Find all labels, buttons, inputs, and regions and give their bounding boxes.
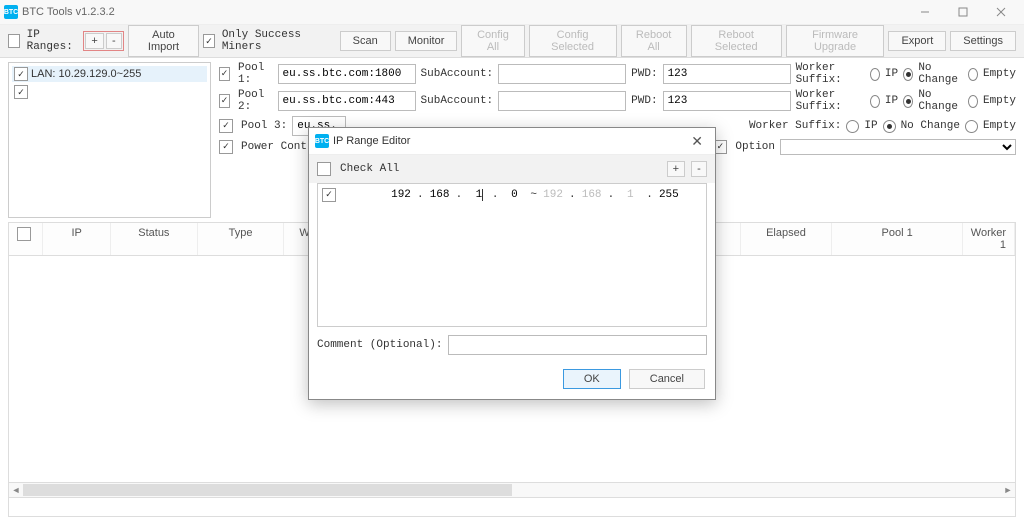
lan-checkbox[interactable]: [14, 67, 28, 81]
check-all-label: Check All: [340, 163, 399, 175]
only-success-label: Only Success Miners: [222, 29, 322, 53]
modal-add-button[interactable]: +: [667, 161, 685, 177]
sidebar: LAN: 10.29.129.0~255: [8, 62, 211, 218]
lan-item-empty[interactable]: [12, 84, 207, 100]
config-all-button[interactable]: Config All: [461, 25, 524, 57]
ip-end-a[interactable]: [539, 189, 567, 202]
ip-ranges-label: IP Ranges:: [27, 29, 80, 53]
range-separator: ~: [530, 189, 537, 201]
comment-label: Comment (Optional):: [317, 339, 442, 351]
ip-range-list: . . . ~ . . .: [317, 183, 707, 327]
ip-end-c[interactable]: [616, 189, 644, 202]
titlebar: BTC BTC Tools v1.2.3.2: [0, 0, 1024, 25]
config-selected-button[interactable]: Config Selected: [529, 25, 617, 57]
pool-row-1: Pool 1: SubAccount: PWD: Worker Suffix: …: [219, 62, 1016, 86]
col-elapsed[interactable]: Elapsed: [741, 223, 833, 255]
pool1-pwd[interactable]: [663, 64, 791, 84]
col-worker1[interactable]: Worker 1: [963, 223, 1015, 255]
auto-import-button[interactable]: Auto Import: [128, 25, 199, 57]
ip-start-d[interactable]: [500, 189, 528, 202]
maximize-button[interactable]: [944, 0, 982, 24]
scroll-thumb[interactable]: [23, 484, 512, 496]
lan-item[interactable]: LAN: 10.29.129.0~255: [12, 66, 207, 82]
close-button[interactable]: [982, 0, 1020, 24]
ip-end-d[interactable]: [655, 189, 683, 202]
scroll-left-icon[interactable]: ◄: [9, 485, 23, 495]
reboot-selected-button[interactable]: Reboot Selected: [691, 25, 782, 57]
pool2-url[interactable]: [278, 91, 416, 111]
reboot-all-button[interactable]: Reboot All: [621, 25, 687, 57]
ok-button[interactable]: OK: [563, 369, 621, 389]
col-type[interactable]: Type: [198, 223, 285, 255]
modal-remove-button[interactable]: -: [691, 161, 707, 177]
pool-row-2: Pool 2: SubAccount: PWD: Worker Suffix: …: [219, 89, 1016, 113]
pool2-radio-empty[interactable]: [968, 95, 978, 108]
ip-ranges-checkbox[interactable]: [8, 34, 20, 48]
text-cursor: [482, 189, 483, 201]
comment-input[interactable]: [448, 335, 707, 355]
ip-range-row[interactable]: . . . ~ . . .: [322, 188, 702, 202]
ip-start-c[interactable]: [464, 189, 482, 202]
check-all-checkbox[interactable]: [317, 162, 331, 176]
ip-start-b[interactable]: [426, 189, 454, 202]
pool2-radio-ip[interactable]: [870, 95, 880, 108]
monitor-button[interactable]: Monitor: [395, 31, 458, 51]
pool1-label: Pool 1:: [238, 62, 273, 86]
pool3-checkbox[interactable]: [219, 119, 233, 133]
pool2-pwd[interactable]: [663, 91, 791, 111]
app-title: BTC Tools v1.2.3.2: [22, 6, 906, 18]
pool3-radio-empty[interactable]: [965, 120, 978, 133]
pool1-subaccount[interactable]: [498, 64, 626, 84]
cancel-button[interactable]: Cancel: [629, 369, 705, 389]
scroll-right-icon[interactable]: ►: [1001, 485, 1015, 495]
pool1-url[interactable]: [278, 64, 416, 84]
lan-label: LAN: 10.29.129.0~255: [31, 68, 141, 80]
power-control-checkbox[interactable]: [219, 140, 233, 154]
ip-start-a[interactable]: [387, 189, 415, 202]
firmware-upgrade-button[interactable]: Firmware Upgrade: [786, 25, 885, 57]
pool1-radio-empty[interactable]: [968, 68, 978, 81]
ip-end-b[interactable]: [578, 189, 606, 202]
option-select[interactable]: [780, 139, 1016, 155]
lan-checkbox-2[interactable]: [14, 85, 28, 99]
add-range-button[interactable]: +: [85, 33, 103, 49]
settings-button[interactable]: Settings: [950, 31, 1016, 51]
pool1-radio-ip[interactable]: [870, 68, 880, 81]
minimize-button[interactable]: [906, 0, 944, 24]
col-pool1[interactable]: Pool 1: [832, 223, 962, 255]
pool1-radio-nochange[interactable]: [903, 68, 913, 81]
export-button[interactable]: Export: [888, 31, 946, 51]
pool2-radio-nochange[interactable]: [903, 95, 913, 108]
horizontal-scrollbar[interactable]: ◄ ►: [8, 482, 1016, 498]
pool2-subaccount[interactable]: [498, 91, 626, 111]
pool1-ws-label: Worker Suffix:: [796, 62, 865, 86]
pool1-pwd-label: PWD:: [631, 68, 657, 80]
modal-app-icon: BTC: [315, 134, 329, 148]
pool1-checkbox[interactable]: [219, 67, 230, 81]
pool3-radio-nochange[interactable]: [883, 120, 896, 133]
only-success-checkbox[interactable]: [203, 34, 215, 48]
col-ip[interactable]: IP: [43, 223, 111, 255]
app-icon: BTC: [4, 5, 18, 19]
pool2-checkbox[interactable]: [219, 94, 230, 108]
modal-close-icon[interactable]: ✕: [685, 133, 709, 150]
remove-range-button[interactable]: -: [106, 33, 122, 49]
scan-button[interactable]: Scan: [340, 31, 391, 51]
ip-range-editor-dialog: BTC IP Range Editor ✕ Check All + - . . …: [308, 127, 716, 400]
toolbar: IP Ranges: + - Auto Import Only Success …: [0, 25, 1024, 58]
col-status[interactable]: Status: [111, 223, 198, 255]
table-select-all[interactable]: [17, 227, 31, 241]
pool3-radio-ip[interactable]: [846, 120, 859, 133]
modal-title: IP Range Editor: [333, 135, 410, 147]
add-remove-highlight: + -: [83, 31, 123, 51]
pool1-sub-label: SubAccount:: [421, 68, 494, 80]
ip-row-checkbox[interactable]: [322, 188, 336, 202]
